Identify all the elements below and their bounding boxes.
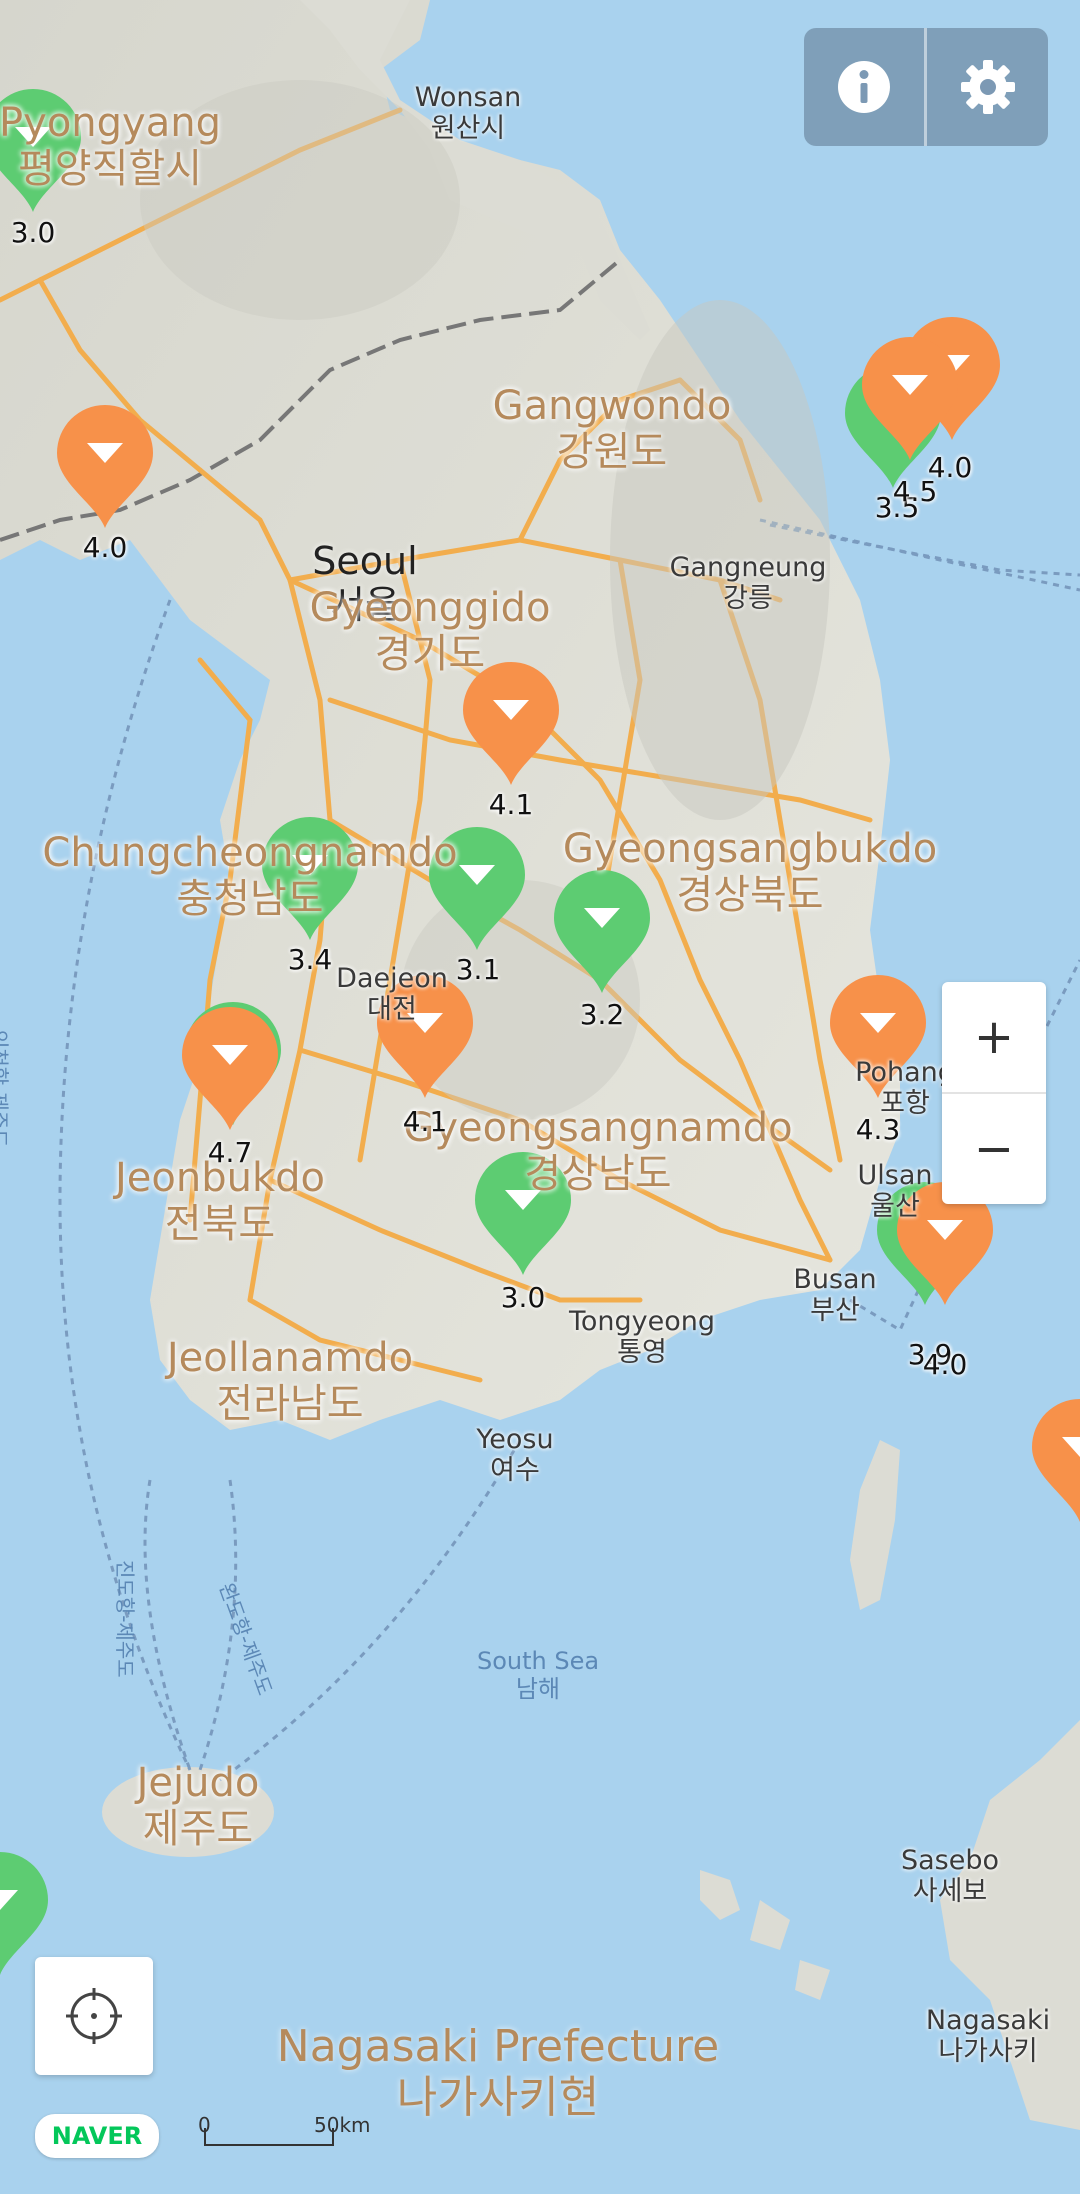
place-name-ko: 전라남도 (216, 1381, 364, 1427)
place-name-en: Gangwondo (492, 383, 732, 429)
place-name-en: Gyeongsangnamdo (403, 1105, 793, 1151)
zoom-in-button[interactable]: + (942, 982, 1046, 1092)
place-label-jejudo: Jejudo 제주도 (137, 1760, 260, 1852)
place-label-ulsan: Ulsan 울산 (858, 1160, 933, 1222)
place-name-en: Yeosu (476, 1424, 554, 1455)
place-label-daejeon: Daejeon 대전 (336, 963, 448, 1025)
scale-zero-label: 0 (198, 2113, 211, 2137)
place-name-en: Gyeongsangbukdo (562, 826, 938, 872)
info-icon (838, 61, 890, 113)
marker-value-label: 3.0 (500, 1281, 546, 1314)
marker-value-label: 4.7 (207, 1136, 253, 1169)
place-name-ko: 울산 (870, 1191, 920, 1223)
naver-logo[interactable]: NAVER (35, 2114, 159, 2158)
place-label-gangwondo: Gangwondo 강원도 (493, 383, 732, 475)
place-name-en: Nagasaki Prefecture (276, 2021, 720, 2072)
zoom-control: + − (942, 982, 1046, 1204)
place-name-en: Ulsan (857, 1160, 933, 1191)
place-name-ko: 경상북도 (676, 872, 824, 918)
place-label-gyeonggido: Gyeonggido 경기도 (310, 585, 551, 677)
place-name-ko: 평양직할시 (18, 146, 202, 192)
place-name-en: Tongyeong (568, 1306, 716, 1337)
scale-label: 50km (314, 2113, 371, 2137)
place-name-ko: 남해 (515, 1674, 561, 1703)
place-label-pohang: Pohang 포항 (855, 1057, 955, 1119)
place-label-nagasakipref: Nagasaki Prefecture 나가사키현 (276, 2021, 720, 2123)
place-label-tongyeong: Tongyeong 통영 (569, 1306, 715, 1368)
place-name-ko: 원산시 (430, 113, 506, 145)
place-name-ko: 부산 (810, 1295, 860, 1327)
place-name-en: Wonsan (414, 82, 522, 113)
marker-value-label: 3.1 (455, 953, 501, 986)
place-name-en: Daejeon (336, 963, 448, 994)
place-label-yeosu: Yeosu 여수 (476, 1424, 553, 1486)
zoom-out-button[interactable]: − (942, 1094, 1046, 1204)
place-name-ko: 경상남도 (524, 1151, 672, 1197)
marker-value-label: 4.0 (927, 451, 973, 484)
place-name-ko: 강원도 (556, 429, 668, 475)
place-name-ko: 사세보 (912, 1876, 988, 1908)
place-name-en: Busan (793, 1264, 877, 1295)
place-name-en: Sasebo (900, 1845, 1000, 1876)
top-control-bar (804, 28, 1048, 146)
place-name-ko: 전북도 (164, 1201, 276, 1247)
place-label-chungcheongnamdo: Chungcheongnamdo 충청남도 (42, 830, 457, 922)
marker-value-label: 3.0 (10, 216, 56, 249)
ferry-label-1: 인천항-제주도 (0, 1030, 11, 1148)
marker-value-label: 4.3 (855, 1113, 901, 1146)
ferry-label-2: 진도항-제주도 (113, 1560, 137, 1678)
gear-icon (960, 60, 1015, 114)
place-label-pyongyang: Pyongyang 평양직할시 (0, 100, 221, 192)
place-name-en: Chungcheongnamdo (42, 830, 458, 876)
place-name-ko: 나가사키 (938, 2036, 1038, 2068)
marker-value-label: 4.1 (402, 1105, 448, 1138)
place-name-ko: 제주도 (142, 1806, 254, 1852)
settings-button[interactable] (927, 28, 1048, 146)
place-name-en: Jeollanamdo (166, 1335, 414, 1381)
place-label-southsea: South Sea 남해 (476, 1647, 600, 1703)
place-name-ko: 대전 (367, 994, 417, 1026)
place-name-en: Pyongyang (0, 100, 221, 146)
place-name-ko: 통영 (617, 1337, 667, 1369)
place-name-en: South Sea (476, 1647, 600, 1675)
place-name-ko: 여수 (490, 1455, 540, 1487)
place-name-ko: 경기도 (374, 631, 486, 677)
place-name-ko: 충청남도 (176, 876, 324, 922)
place-label-sasebo: Sasebo 사세보 (901, 1845, 999, 1907)
place-name-en: Jejudo (136, 1760, 260, 1806)
place-name-en: Gangneung (669, 552, 827, 583)
place-label-gangneung: Gangneung 강릉 (670, 552, 827, 614)
crosshair-icon (66, 1988, 122, 2044)
place-label-wonsan: Wonsan 원산시 (415, 82, 521, 144)
marker-value-label: 4.1 (488, 788, 534, 821)
marker-value-label: 3.4 (287, 943, 333, 976)
marker-value-label: 3.2 (579, 998, 625, 1031)
current-location-button[interactable] (35, 1957, 153, 2075)
place-label-gyeongsangnamdo: Gyeongsangnamdo 경상남도 (403, 1105, 792, 1197)
place-label-busan: Busan 부산 (793, 1264, 876, 1326)
place-name-en: Nagasaki (925, 2005, 1051, 2036)
place-label-nagasaki: Nagasaki 나가사키 (926, 2005, 1050, 2067)
place-label-gyeongsangbukdo: Gyeongsangbukdo 경상북도 (563, 826, 937, 918)
place-name-en: Pohang (855, 1057, 955, 1088)
place-name-en: Gyeonggido (309, 585, 551, 631)
place-name-ko: 강릉 (723, 583, 773, 615)
info-button[interactable] (804, 28, 924, 146)
marker-value-label: 4.0 (82, 531, 128, 564)
place-label-jeollanamdo: Jeollanamdo 전라남도 (167, 1335, 413, 1427)
marker-value-label: 4.0 (922, 1348, 968, 1381)
place-name-en: Seoul (312, 539, 418, 583)
